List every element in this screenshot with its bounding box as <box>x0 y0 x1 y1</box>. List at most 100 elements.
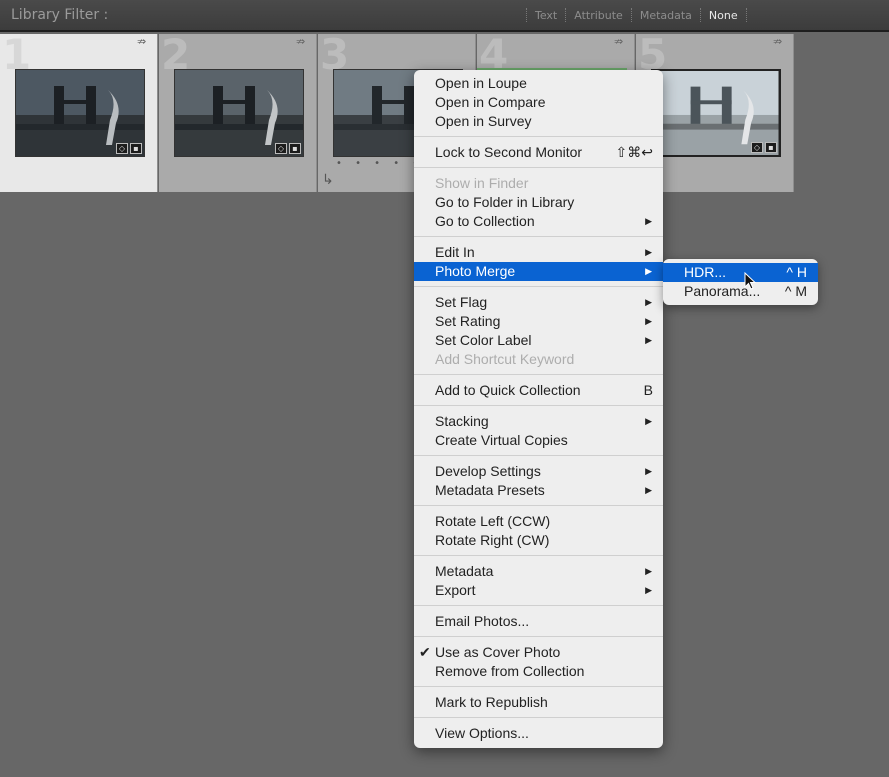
menu-item-metadata[interactable]: Metadata ▶ <box>414 562 663 581</box>
submenu-arrow-icon: ▶ <box>645 216 652 226</box>
menu-item-email-photos[interactable]: Email Photos... <box>414 612 663 631</box>
menu-shortcut: ⇧⌘↩ <box>615 144 653 160</box>
mouse-cursor-icon <box>744 272 756 290</box>
menu-item-label: View Options... <box>435 725 529 741</box>
menu-item-develop-settings[interactable]: Develop Settings ▶ <box>414 462 663 481</box>
comment-icon: ▪ <box>765 142 777 153</box>
filter-tab-none[interactable]: None <box>709 9 738 22</box>
menu-item-set-flag[interactable]: Set Flag ▶ <box>414 293 663 312</box>
menu-item-rotate-left[interactable]: Rotate Left (CCW) <box>414 512 663 531</box>
comment-icon: ▪ <box>130 143 142 154</box>
menu-item-label: Metadata <box>435 563 494 579</box>
menu-item-set-rating[interactable]: Set Rating ▶ <box>414 312 663 331</box>
menu-item-label: Photo Merge <box>435 263 516 279</box>
menu-separator <box>414 286 663 287</box>
grid-cell-1[interactable]: 1 ⇏ ◇ ▪ <box>0 34 158 192</box>
menu-item-rotate-right[interactable]: Rotate Right (CW) <box>414 531 663 550</box>
photo-thumbnail[interactable]: ◇ ▪ <box>651 69 781 157</box>
menu-separator <box>414 455 663 456</box>
filter-tab-text[interactable]: Text <box>535 9 557 22</box>
menu-item-label: Metadata Presets <box>435 482 545 498</box>
keyword-tag-icon: ◇ <box>751 142 763 153</box>
menu-item-remove-from-collection[interactable]: Remove from Collection <box>414 662 663 681</box>
submenu-item-panorama[interactable]: Panorama... ^ M <box>663 282 818 301</box>
menu-item-lock-to-second-monitor[interactable]: Lock to Second Monitor ⇧⌘↩ <box>414 143 663 162</box>
menu-item-label: Rotate Right (CW) <box>435 532 550 548</box>
menu-item-open-in-compare[interactable]: Open in Compare <box>414 93 663 112</box>
sync-badge-icon: ⇏ <box>137 35 147 48</box>
menu-item-label: Open in Loupe <box>435 75 527 91</box>
menu-item-stacking[interactable]: Stacking ▶ <box>414 412 663 431</box>
submenu-item-hdr[interactable]: HDR... ^ H <box>663 263 818 282</box>
menu-item-set-color-label[interactable]: Set Color Label ▶ <box>414 331 663 350</box>
submenu-arrow-icon: ▶ <box>645 247 652 257</box>
menu-item-label: Export <box>435 582 476 598</box>
submenu-arrow-icon: ▶ <box>645 316 652 326</box>
menu-item-open-in-survey[interactable]: Open in Survey <box>414 112 663 131</box>
menu-item-label: HDR... <box>684 264 726 280</box>
menu-shortcut: ^ M <box>784 283 807 299</box>
menu-item-label: Remove from Collection <box>435 663 585 679</box>
menu-item-label: Add Shortcut Keyword <box>435 351 575 367</box>
menu-item-label: Edit In <box>435 244 475 260</box>
menu-item-edit-in[interactable]: Edit In ▶ <box>414 243 663 262</box>
submenu-arrow-icon: ▶ <box>645 335 652 345</box>
grid-cell-2[interactable]: 2 ⇏ ◇ ▪ <box>159 34 317 192</box>
context-menu: Open in Loupe Open in Compare Open in Su… <box>414 70 663 748</box>
star-rating[interactable]: • • • • • <box>336 158 423 169</box>
comment-icon: ▪ <box>289 143 301 154</box>
menu-item-label: Add to Quick Collection <box>435 382 581 398</box>
filter-tab-metadata[interactable]: Metadata <box>640 9 692 22</box>
menu-separator <box>414 636 663 637</box>
submenu-arrow-icon: ▶ <box>645 585 652 595</box>
submenu-arrow-icon: ▶ <box>645 297 652 307</box>
menu-separator <box>414 136 663 137</box>
menu-item-label: Set Rating <box>435 313 501 329</box>
filter-tabs: Text Attribute Metadata None <box>518 8 755 22</box>
menu-item-open-in-loupe[interactable]: Open in Loupe <box>414 74 663 93</box>
menu-item-use-as-cover-photo[interactable]: ✔ Use as Cover Photo <box>414 643 663 662</box>
menu-item-photo-merge[interactable]: Photo Merge ▶ <box>414 262 663 281</box>
menu-separator <box>414 555 663 556</box>
menu-item-metadata-presets[interactable]: Metadata Presets ▶ <box>414 481 663 500</box>
submenu-arrow-icon: ▶ <box>645 466 652 476</box>
menu-item-label: Set Color Label <box>435 332 532 348</box>
library-filter-bar: Library Filter : Text Attribute Metadata… <box>0 0 889 32</box>
keyword-tag-icon: ◇ <box>275 143 287 154</box>
submenu-arrow-icon: ▶ <box>645 416 652 426</box>
menu-separator <box>414 605 663 606</box>
menu-separator <box>414 167 663 168</box>
menu-item-label: Show in Finder <box>435 175 529 191</box>
photo-thumbnail[interactable]: ◇ ▪ <box>15 69 145 157</box>
menu-item-view-options[interactable]: View Options... <box>414 724 663 743</box>
menu-separator <box>414 717 663 718</box>
photo-merge-submenu: HDR... ^ H Panorama... ^ M <box>663 259 818 305</box>
library-filter-title: Library Filter : <box>11 7 109 23</box>
menu-item-mark-to-republish[interactable]: Mark to Republish <box>414 693 663 712</box>
menu-item-export[interactable]: Export ▶ <box>414 581 663 600</box>
menu-item-label: Develop Settings <box>435 463 541 479</box>
menu-item-label: Set Flag <box>435 294 488 310</box>
submenu-arrow-icon: ▶ <box>645 266 652 276</box>
menu-item-label: Email Photos... <box>435 613 530 629</box>
menu-item-show-in-finder: Show in Finder <box>414 174 663 193</box>
menu-shortcut: ^ H <box>786 264 807 280</box>
menu-item-label: Rotate Left (CCW) <box>435 513 551 529</box>
menu-item-label: Open in Survey <box>435 113 532 129</box>
menu-item-label: Lock to Second Monitor <box>435 144 583 160</box>
menu-item-label: Mark to Republish <box>435 694 548 710</box>
menu-item-go-to-folder[interactable]: Go to Folder in Library <box>414 193 663 212</box>
return-arrow-icon[interactable]: ↳ <box>322 172 334 188</box>
menu-item-label: Go to Collection <box>435 213 535 229</box>
keyword-tag-icon: ◇ <box>116 143 128 154</box>
menu-item-create-virtual-copies[interactable]: Create Virtual Copies <box>414 431 663 450</box>
filter-tab-attribute[interactable]: Attribute <box>574 9 623 22</box>
menu-item-add-to-quick-collection[interactable]: Add to Quick Collection B <box>414 381 663 400</box>
submenu-arrow-icon: ▶ <box>645 566 652 576</box>
photo-thumbnail[interactable]: ◇ ▪ <box>174 69 304 157</box>
menu-item-go-to-collection[interactable]: Go to Collection ▶ <box>414 212 663 231</box>
divider <box>565 8 567 22</box>
divider <box>745 8 747 22</box>
sync-badge-icon: ⇏ <box>296 35 306 48</box>
divider <box>526 8 527 22</box>
